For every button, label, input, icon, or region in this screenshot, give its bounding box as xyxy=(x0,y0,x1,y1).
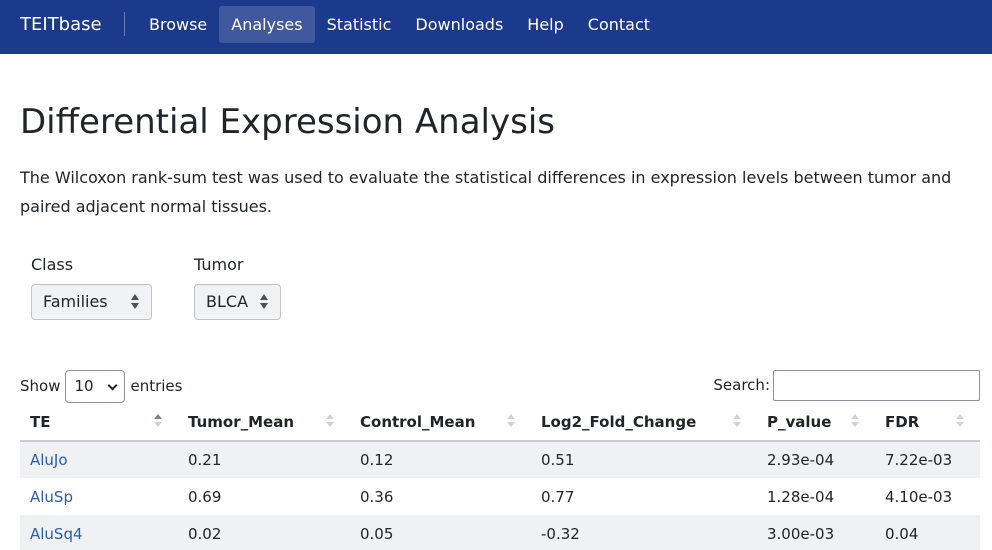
page-description: The Wilcoxon rank-sum test was used to e… xyxy=(20,168,952,216)
tumor-mean-cell: 0.69 xyxy=(188,487,222,506)
search-input[interactable] xyxy=(773,369,980,401)
log2-fold-change-cell: -0.32 xyxy=(531,515,757,550)
tumor-select-value: BLCA xyxy=(206,292,249,311)
entries-label: entries xyxy=(130,377,183,395)
updown-arrows-icon xyxy=(260,294,268,310)
brand-logo[interactable]: TEITbase xyxy=(20,14,102,35)
control-mean-cell: 0.36 xyxy=(360,487,394,506)
page-title: Differential Expression Analysis xyxy=(20,102,555,142)
class-select-value: Families xyxy=(43,292,108,311)
table-search: Search: xyxy=(713,369,980,401)
column-header-te[interactable]: TE xyxy=(20,403,178,442)
control-mean-cell: 0.05 xyxy=(350,515,531,550)
p-value-cell: 3.00e-03 xyxy=(757,515,875,550)
te-link[interactable]: AluSq4 xyxy=(30,525,83,543)
tumor-mean-cell: 0.02 xyxy=(178,515,350,550)
column-header-fdr[interactable]: FDR xyxy=(875,403,980,442)
updown-arrows-icon xyxy=(131,294,139,310)
nav-link-help[interactable]: Help xyxy=(515,6,575,43)
column-header-tumor-mean[interactable]: Tumor_Mean xyxy=(178,403,350,442)
nav-link-downloads[interactable]: Downloads xyxy=(403,6,515,43)
table-row: AluSq4 0.02 0.05 -0.32 3.00e-03 0.04 xyxy=(20,515,980,550)
column-header-label: FDR xyxy=(885,412,920,431)
fdr-cell: 0.04 xyxy=(875,515,980,550)
tumor-filter: Tumor BLCA xyxy=(194,255,281,320)
column-header-label: P_value xyxy=(767,412,832,431)
nav-links: Browse Analyses Statistic Downloads Help… xyxy=(137,6,662,43)
entries-select[interactable]: 10 xyxy=(65,369,126,403)
sort-icon xyxy=(326,414,334,428)
table-header-row: TE Tumor_Mean Control_Mean Log2_Fold_Cha… xyxy=(20,403,980,442)
log2-fold-change-cell: 0.77 xyxy=(541,487,575,506)
tumor-select[interactable]: BLCA xyxy=(194,284,281,320)
column-header-label: Log2_Fold_Change xyxy=(541,412,697,431)
nav-link-contact[interactable]: Contact xyxy=(576,6,662,43)
sort-icon xyxy=(851,414,859,428)
results-table: TE Tumor_Mean Control_Mean Log2_Fold_Cha… xyxy=(20,403,980,550)
tumor-label: Tumor xyxy=(194,255,244,274)
column-header-log2-fold-change[interactable]: Log2_Fold_Change xyxy=(531,403,757,442)
sort-icon xyxy=(507,414,515,428)
te-cell: AluSq4 xyxy=(20,515,178,550)
class-select[interactable]: Families xyxy=(31,284,152,320)
fdr-cell: 4.10e-03 xyxy=(885,487,953,506)
column-header-label: Tumor_Mean xyxy=(188,412,294,431)
te-link[interactable]: AluSp xyxy=(30,488,73,506)
column-header-label: Control_Mean xyxy=(360,412,476,431)
p-value-cell: 2.93e-04 xyxy=(757,441,875,478)
sort-icon xyxy=(154,414,162,428)
sort-icon xyxy=(733,414,741,428)
log2-fold-change-cell: 0.51 xyxy=(531,441,757,478)
fdr-cell: 7.22e-03 xyxy=(875,441,980,478)
p-value-cell: 1.28e-04 xyxy=(767,487,835,506)
column-header-label: TE xyxy=(30,412,51,431)
te-cell: AluSp xyxy=(20,478,178,515)
te-cell: AluJo xyxy=(20,441,178,478)
column-header-control-mean[interactable]: Control_Mean xyxy=(350,403,531,442)
nav-link-analyses[interactable]: Analyses xyxy=(219,6,315,43)
nav-divider xyxy=(124,12,125,36)
column-header-p-value[interactable]: P_value xyxy=(757,403,875,442)
show-label: Show xyxy=(20,377,61,395)
search-label: Search: xyxy=(713,376,770,394)
te-link[interactable]: AluJo xyxy=(30,451,68,469)
chevron-down-icon xyxy=(108,380,118,390)
tumor-mean-cell: 0.21 xyxy=(178,441,350,478)
nav-link-browse[interactable]: Browse xyxy=(137,6,219,43)
control-mean-cell: 0.12 xyxy=(350,441,531,478)
class-filter: Class Families xyxy=(31,255,152,320)
sort-icon xyxy=(956,414,964,428)
table-row: AluJo 0.21 0.12 0.51 2.93e-04 7.22e-03 xyxy=(20,441,980,478)
class-label: Class xyxy=(31,255,74,274)
entries-select-value: 10 xyxy=(74,376,94,395)
entries-length-control: Show 10 entries xyxy=(20,369,182,403)
nav-link-statistic[interactable]: Statistic xyxy=(315,6,404,43)
top-navbar: TEITbase Browse Analyses Statistic Downl… xyxy=(0,0,992,54)
table-row: AluSp 0.69 0.36 0.77 1.28e-04 4.10e-03 xyxy=(20,478,980,515)
